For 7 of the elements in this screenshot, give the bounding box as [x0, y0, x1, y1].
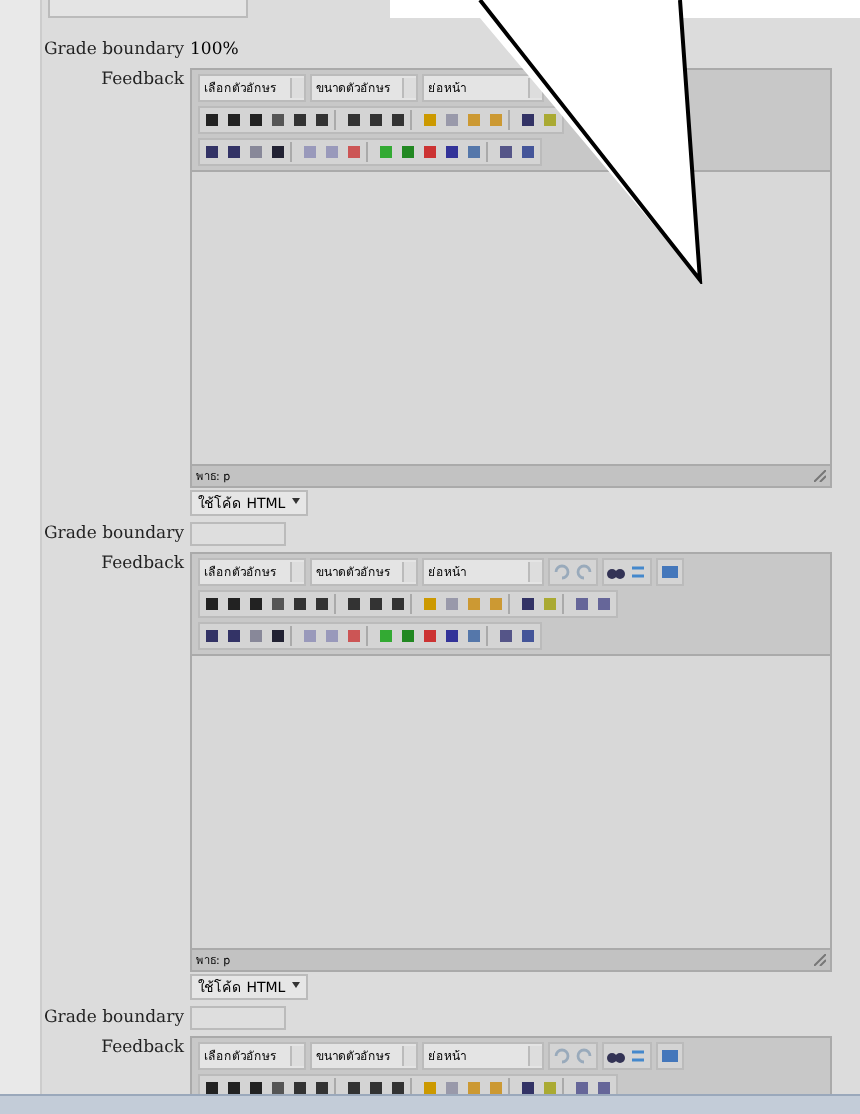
feedback-label: Feedback	[99, 68, 184, 92]
grade-boundary-value: 100%	[190, 38, 239, 62]
feedback-label: Feedback	[99, 1036, 184, 1060]
grade-boundary-label: Grade boundary	[42, 522, 184, 546]
feedback-label: Feedback	[99, 552, 184, 576]
grade-boundary-label: Grade boundary	[42, 38, 184, 62]
grade-boundary-label: Grade boundary	[42, 1006, 184, 1030]
